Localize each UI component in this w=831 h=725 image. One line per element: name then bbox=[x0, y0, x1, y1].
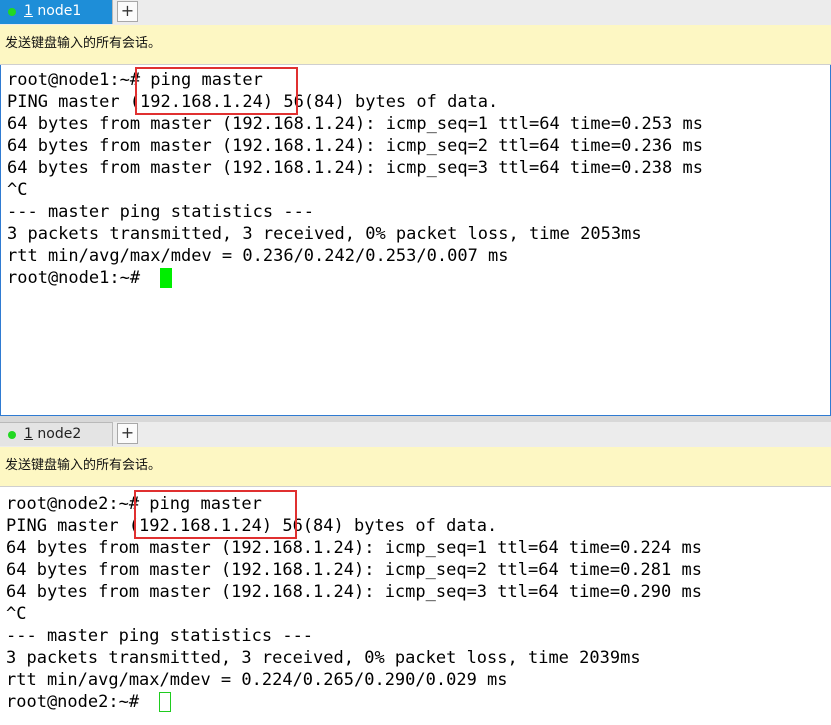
add-tab-button[interactable]: + bbox=[117, 423, 138, 444]
connected-status-icon bbox=[8, 8, 16, 16]
tab-bar: 1 node2 + bbox=[0, 422, 831, 448]
terminal-line: rtt min/avg/max/mdev = 0.224/0.265/0.290… bbox=[6, 670, 508, 690]
terminal-pane-node1: 1 node1 + 发送键盘输入的所有会话。 root@node1:~# pin… bbox=[0, 0, 831, 416]
terminal-output[interactable]: root@node1:~# ping master PING master (1… bbox=[0, 65, 831, 416]
banner-text: 发送键盘输入的所有会话。 bbox=[5, 458, 162, 473]
terminal-line: --- master ping statistics --- bbox=[7, 202, 315, 222]
highlight-box bbox=[134, 490, 297, 539]
tab-node2[interactable]: 1 node2 bbox=[0, 422, 113, 446]
tab-bar: 1 node1 + bbox=[0, 0, 831, 26]
terminal-line: rtt min/avg/max/mdev = 0.236/0.242/0.253… bbox=[7, 246, 509, 266]
terminal-output[interactable]: root@node2:~# ping master PING master (1… bbox=[0, 487, 831, 725]
terminal-line: --- master ping statistics --- bbox=[6, 626, 314, 646]
terminal-line: 64 bytes from master (192.168.1.24): icm… bbox=[6, 560, 702, 580]
connected-status-icon bbox=[8, 431, 16, 439]
terminal-line: 64 bytes from master (192.168.1.24): icm… bbox=[6, 538, 702, 558]
terminal-line: 3 packets transmitted, 3 received, 0% pa… bbox=[6, 648, 641, 668]
highlight-box bbox=[135, 67, 298, 115]
send-to-all-sessions-banner: 发送键盘输入的所有会话。 bbox=[0, 25, 831, 65]
tab-node1[interactable]: 1 node1 bbox=[0, 0, 113, 24]
terminal-pane-node2: 1 node2 + 发送键盘输入的所有会话。 root@node2:~# pin… bbox=[0, 422, 831, 725]
terminal-line: ^C bbox=[6, 604, 27, 624]
terminal-prompt: root@node2:~# bbox=[6, 692, 150, 712]
terminal-prompt: root@node1:~# bbox=[7, 268, 151, 288]
terminal-cursor bbox=[159, 692, 171, 712]
terminal-line: 64 bytes from master (192.168.1.24): icm… bbox=[7, 136, 703, 156]
terminal-line: 3 packets transmitted, 3 received, 0% pa… bbox=[7, 224, 642, 244]
terminal-line: ^C bbox=[7, 180, 28, 200]
tab-label: 1 node1 bbox=[24, 3, 82, 19]
terminal-line: 64 bytes from master (192.168.1.24): icm… bbox=[7, 158, 703, 178]
terminal-line: 64 bytes from master (192.168.1.24): icm… bbox=[6, 582, 702, 602]
terminal-cursor bbox=[160, 268, 172, 288]
banner-text: 发送键盘输入的所有会话。 bbox=[5, 36, 162, 51]
add-tab-button[interactable]: + bbox=[117, 1, 138, 22]
send-to-all-sessions-banner: 发送键盘输入的所有会话。 bbox=[0, 447, 831, 487]
terminal-line: 64 bytes from master (192.168.1.24): icm… bbox=[7, 114, 703, 134]
tab-label: 1 node2 bbox=[24, 426, 82, 442]
